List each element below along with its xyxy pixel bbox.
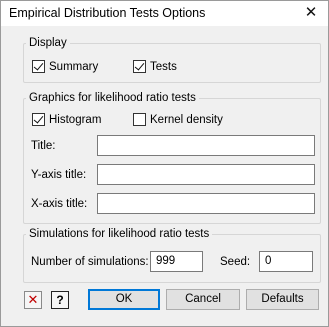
defaults-button[interactable]: Defaults (246, 289, 319, 310)
x-axis-title-label: X-axis title: (31, 198, 88, 210)
summary-checkbox-box[interactable] (32, 60, 45, 73)
histogram-checkbox[interactable]: Histogram (32, 113, 101, 126)
window-title: Empirical Distribution Tests Options (9, 6, 206, 20)
kernel-density-checkbox[interactable]: Kernel density (133, 113, 223, 126)
title-input[interactable] (97, 135, 315, 156)
y-axis-title-label: Y-axis title: (31, 169, 87, 181)
cancel-button[interactable]: Cancel (166, 289, 240, 310)
seed-input[interactable]: 0 (259, 251, 313, 272)
simulations-group-label: Simulations for likelihood ratio tests (26, 228, 213, 240)
tests-checkbox-label: Tests (150, 60, 177, 73)
help-button[interactable]: ? (51, 291, 69, 309)
tests-checkbox-box[interactable] (133, 60, 146, 73)
summary-checkbox[interactable]: Summary (32, 60, 98, 73)
close-icon[interactable]: ✕ (300, 3, 322, 23)
clear-button[interactable]: ✕ (24, 291, 42, 309)
clear-icon: ✕ (27, 292, 39, 307)
kernel-density-checkbox-box[interactable] (133, 113, 146, 126)
histogram-checkbox-label: Histogram (49, 113, 102, 126)
options-dialog: Empirical Distribution Tests Options ✕ D… (0, 0, 329, 327)
title-field-label: Title: (31, 140, 56, 152)
x-axis-title-input[interactable] (97, 193, 315, 214)
graphics-group-label: Graphics for likelihood ratio tests (26, 92, 199, 104)
title-bar: Empirical Distribution Tests Options ✕ (1, 1, 328, 26)
number-of-simulations-label: Number of simulations: (31, 256, 149, 268)
y-axis-title-input[interactable] (97, 164, 315, 185)
ok-button[interactable]: OK (88, 289, 160, 310)
seed-label: Seed: (220, 256, 251, 268)
kernel-density-checkbox-label: Kernel density (150, 113, 223, 126)
histogram-checkbox-box[interactable] (32, 113, 45, 126)
number-of-simulations-input[interactable]: 999 (150, 251, 203, 272)
display-group-label: Display (26, 37, 70, 49)
summary-checkbox-label: Summary (49, 60, 99, 73)
tests-checkbox[interactable]: Tests (133, 60, 177, 73)
help-icon: ? (56, 293, 64, 307)
